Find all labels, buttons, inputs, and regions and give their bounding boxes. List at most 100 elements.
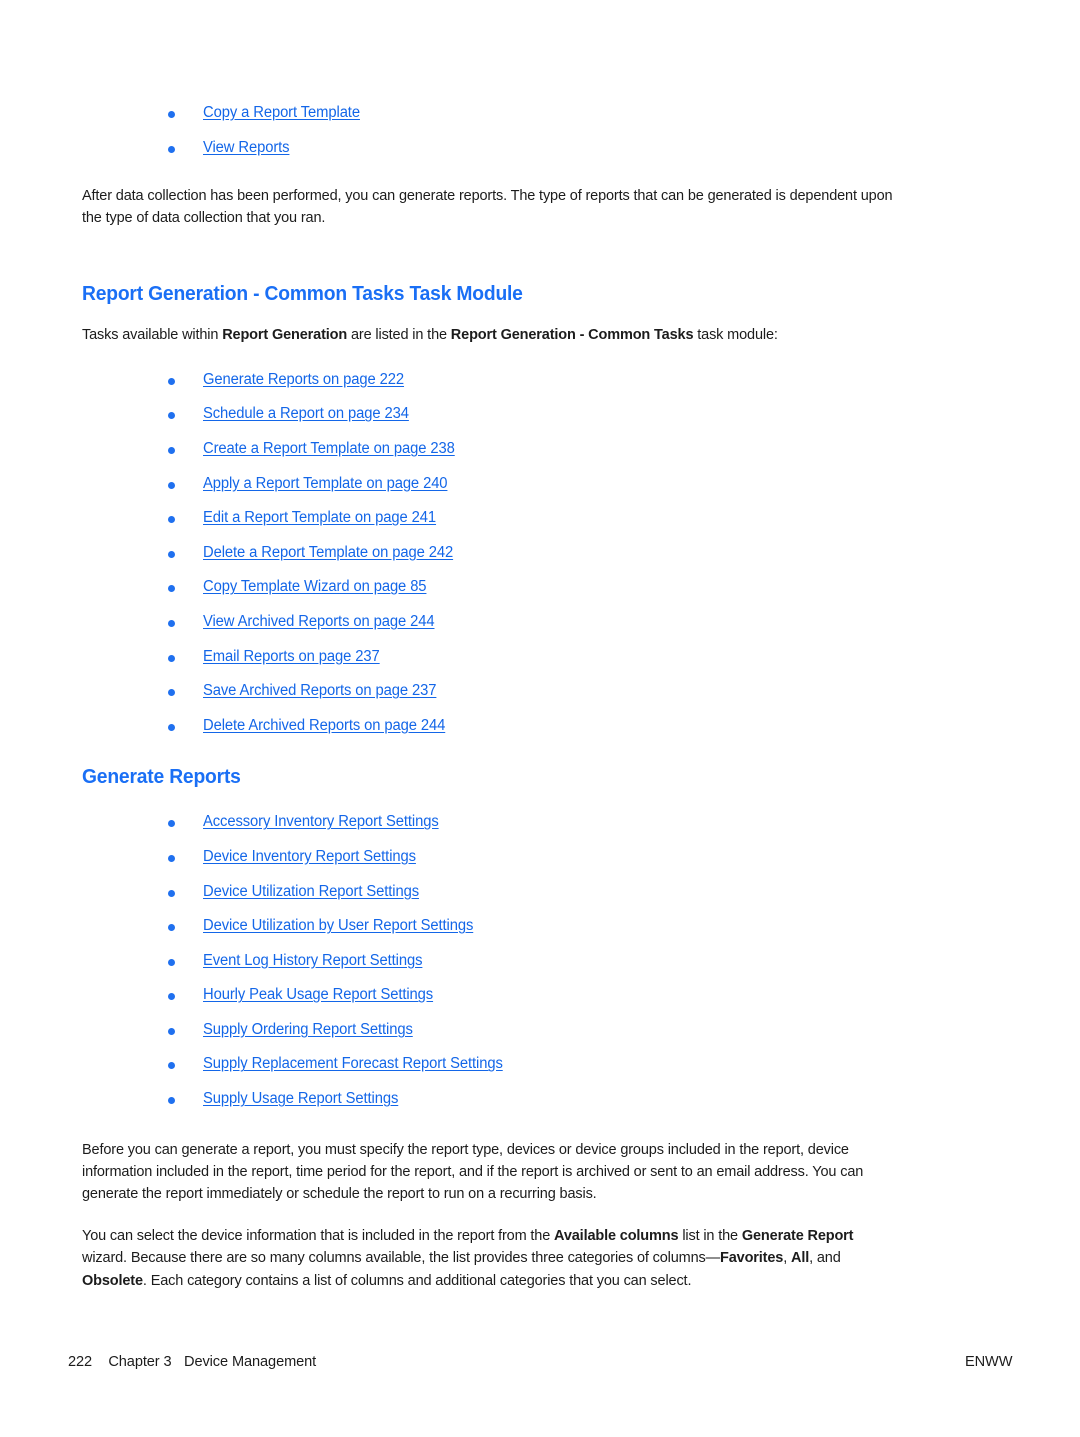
list-item[interactable]: Supply Ordering Report Settings (82, 1013, 980, 1048)
link-schedule-a-report[interactable]: Schedule a Report on page 234 (203, 397, 409, 432)
top-link-list: Copy a Report Template View Reports (82, 96, 980, 165)
list-item[interactable]: Copy a Report Template (82, 96, 980, 131)
para2-bold-generate-report: Generate Report (741, 1227, 854, 1245)
intro-paragraph: After data collection has been performed… (82, 187, 893, 227)
link-supply-ordering-report-settings[interactable]: Supply Ordering Report Settings (203, 1013, 413, 1048)
link-device-inventory-report-settings[interactable]: Device Inventory Report Settings (203, 840, 416, 875)
bullet-icon (168, 993, 175, 1001)
list-item[interactable]: Supply Replacement Forecast Report Setti… (82, 1047, 980, 1082)
intro-text-part-3: task module: (693, 325, 778, 343)
link-delete-a-report-template[interactable]: Delete a Report Template on page 242 (203, 536, 453, 571)
bullet-icon (168, 481, 175, 489)
para2-text-part-2: list in the (678, 1227, 742, 1245)
list-item[interactable]: Delete a Report Template on page 242 (82, 536, 980, 571)
list-item[interactable]: Edit a Report Template on page 241 (82, 501, 980, 536)
link-device-utilization-report-settings[interactable]: Device Utilization Report Settings (203, 875, 419, 910)
page-footer: 222 Chapter 3 Device Management ENWW (68, 1349, 1012, 1373)
list-item[interactable]: Hourly Peak Usage Report Settings (82, 978, 980, 1013)
bullet-icon (168, 1062, 175, 1070)
bullet-icon (168, 924, 175, 932)
list-item[interactable]: Supply Usage Report Settings (82, 1082, 980, 1117)
para2-bold-favorites: Favorites (720, 1249, 784, 1267)
link-view-archived-reports[interactable]: View Archived Reports on page 244 (203, 605, 435, 640)
link-edit-a-report-template[interactable]: Edit a Report Template on page 241 (203, 501, 436, 536)
list-item[interactable]: Device Utilization by User Report Settin… (82, 909, 980, 944)
section-heading-generate-reports: Generate Reports (82, 765, 241, 789)
para2-bold-obsolete: Obsolete (82, 1271, 143, 1289)
intro-bold-report-generation: Report Generation (222, 325, 348, 343)
link-hourly-peak-usage-report-settings[interactable]: Hourly Peak Usage Report Settings (203, 978, 433, 1013)
bullet-icon (168, 550, 175, 558)
bullet-icon (168, 820, 175, 828)
bullet-icon (168, 958, 175, 966)
list-item[interactable]: View Archived Reports on page 244 (82, 605, 980, 640)
link-copy-template-wizard[interactable]: Copy Template Wizard on page 85 (203, 570, 427, 605)
list-item[interactable]: Event Log History Report Settings (82, 944, 980, 979)
list-item[interactable]: View Reports (82, 131, 980, 166)
para2-bold-all: All (790, 1249, 810, 1267)
link-create-a-report-template[interactable]: Create a Report Template on page 238 (203, 432, 455, 467)
list-item[interactable]: Delete Archived Reports on page 244 (82, 709, 980, 744)
link-accessory-inventory-report-settings[interactable]: Accessory Inventory Report Settings (203, 805, 439, 840)
link-generate-reports[interactable]: Generate Reports on page 222 (203, 363, 404, 398)
document-page: Copy a Report Template View Reports Afte… (0, 0, 1080, 1437)
bullet-icon (168, 1097, 175, 1105)
section-one-link-list: Generate Reports on page 222 Schedule a … (82, 363, 980, 744)
intro-text-part-1: Tasks available within (82, 325, 223, 343)
footer-chapter-title: Device Management (184, 1352, 317, 1370)
section-two-link-list: Accessory Inventory Report Settings Devi… (82, 805, 980, 1116)
body-paragraph-one: Before you can generate a report, you mu… (82, 1140, 864, 1203)
footer-locale: ENWW (964, 1352, 1012, 1370)
list-item[interactable]: Create a Report Template on page 238 (82, 432, 980, 467)
list-item[interactable]: Schedule a Report on page 234 (82, 397, 980, 432)
bullet-icon (168, 889, 175, 897)
footer-chapter: Chapter 3 (108, 1352, 172, 1370)
bullet-icon (168, 619, 175, 627)
bullet-icon (168, 412, 175, 420)
list-item[interactable]: Device Inventory Report Settings (82, 840, 980, 875)
page-content: Copy a Report Template View Reports Afte… (82, 96, 980, 1292)
list-item[interactable]: Generate Reports on page 222 (82, 363, 980, 398)
intro-text-part-2: are listed in the (347, 325, 451, 343)
body-paragraph-two: You can select the device information th… (82, 1225, 901, 1292)
link-delete-archived-reports[interactable]: Delete Archived Reports on page 244 (203, 709, 445, 744)
link-email-reports[interactable]: Email Reports on page 237 (203, 640, 380, 675)
link-apply-a-report-template[interactable]: Apply a Report Template on page 240 (203, 467, 448, 502)
list-item[interactable]: Email Reports on page 237 (82, 640, 980, 675)
bullet-icon (168, 1027, 175, 1035)
link-device-utilization-by-user-report-settings[interactable]: Device Utilization by User Report Settin… (203, 909, 473, 944)
bullet-icon (168, 723, 175, 731)
list-item[interactable]: Accessory Inventory Report Settings (82, 805, 980, 840)
list-item[interactable]: Device Utilization Report Settings (82, 875, 980, 910)
link-event-log-history-report-settings[interactable]: Event Log History Report Settings (203, 944, 422, 979)
link-copy-a-report-template[interactable]: Copy a Report Template (203, 96, 360, 131)
link-supply-replacement-forecast-report-settings[interactable]: Supply Replacement Forecast Report Setti… (203, 1047, 503, 1082)
bullet-icon (168, 516, 175, 524)
bullet-icon (168, 854, 175, 862)
bullet-icon (168, 585, 175, 593)
para2-text-part-1: You can select the device information th… (82, 1227, 555, 1245)
para2-text-part-6: . Each category contains a list of colum… (142, 1271, 692, 1289)
section-one-intro-paragraph: Tasks available within Report Generation… (82, 324, 901, 346)
bullet-icon (168, 377, 175, 385)
section-heading-report-generation: Report Generation - Common Tasks Task Mo… (82, 281, 523, 305)
list-item[interactable]: Save Archived Reports on page 237 (82, 674, 980, 709)
list-item[interactable]: Apply a Report Template on page 240 (82, 467, 980, 502)
bullet-icon (168, 145, 175, 153)
link-view-reports[interactable]: View Reports (203, 131, 290, 166)
para2-text-part-3: wizard. Because there are so many column… (82, 1249, 721, 1267)
link-save-archived-reports[interactable]: Save Archived Reports on page 237 (203, 674, 436, 709)
footer-left: 222 Chapter 3 Device Management (68, 1353, 316, 1370)
link-supply-usage-report-settings[interactable]: Supply Usage Report Settings (203, 1082, 398, 1117)
bullet-icon (168, 689, 175, 697)
bullet-icon (168, 111, 175, 118)
list-item[interactable]: Copy Template Wizard on page 85 (82, 570, 980, 605)
footer-page-number: 222 (68, 1352, 93, 1370)
para2-text-part-5: , and (809, 1249, 841, 1267)
